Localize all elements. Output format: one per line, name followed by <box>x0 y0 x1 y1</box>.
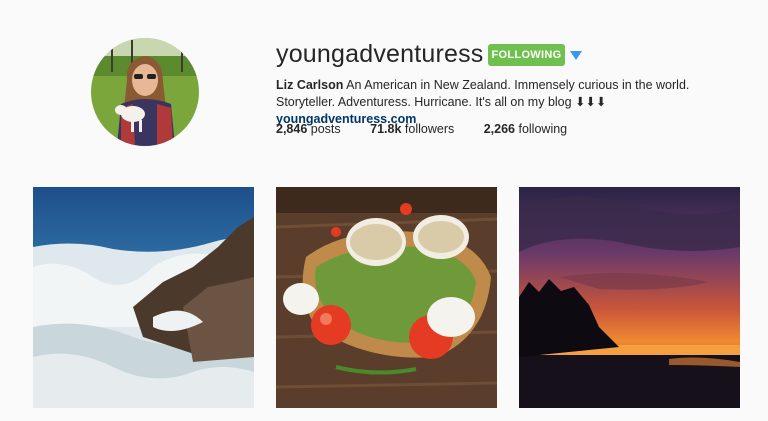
stat-followers-label: followers <box>404 122 455 136</box>
profile-stats: 2,846 posts 71.8k followers 2,266 follow… <box>276 122 593 136</box>
stat-following-label: following <box>518 122 568 136</box>
post-tile-food[interactable] <box>276 187 497 408</box>
stat-followers-count: 71.8k <box>370 122 402 136</box>
post-tile-waves[interactable] <box>33 187 254 408</box>
profile-username: youngadventuress <box>276 40 484 68</box>
bio-name: Liz Carlson <box>276 78 344 92</box>
post-tile-sunset[interactable] <box>519 187 740 408</box>
post-image-waves <box>33 187 254 408</box>
avatar[interactable] <box>91 38 199 146</box>
caret-down-icon[interactable] <box>569 48 583 62</box>
following-button[interactable]: FOLLOWING <box>488 44 565 66</box>
stat-followers[interactable]: 71.8k followers <box>370 122 454 136</box>
post-image-sunset <box>519 187 740 408</box>
stat-following[interactable]: 2,266 following <box>484 122 567 136</box>
stat-posts-count: 2,846 <box>276 122 308 136</box>
down-arrows-icon: ⬇⬇⬇ <box>575 95 607 109</box>
stat-posts-label: posts <box>310 122 341 136</box>
stat-posts: 2,846 posts <box>276 122 341 136</box>
profile-bio: Liz Carlson An American in New Zealand. … <box>276 77 746 128</box>
post-image-food <box>276 187 497 408</box>
avatar-photo <box>91 38 199 146</box>
stat-following-count: 2,266 <box>483 122 515 136</box>
